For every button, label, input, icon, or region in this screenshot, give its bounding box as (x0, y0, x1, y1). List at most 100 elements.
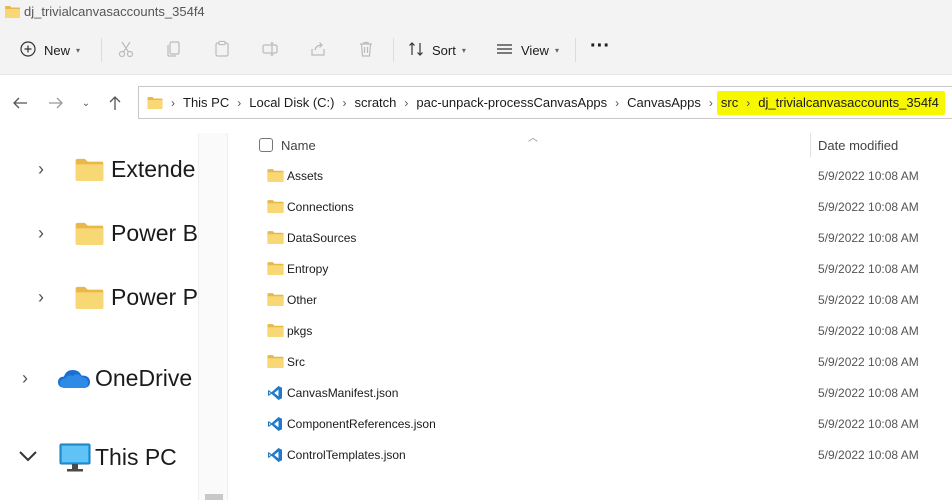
list-item[interactable]: pkgs 5/9/2022 10:08 AM (230, 316, 952, 347)
back-arrow-icon[interactable] (10, 93, 30, 113)
divider (393, 38, 394, 62)
folder-icon (5, 5, 20, 23)
onedrive-icon (57, 368, 91, 396)
list-item[interactable]: Connections 5/9/2022 10:08 AM (230, 192, 952, 223)
address-bar[interactable]: › This PC › Local Disk (C:) › scratch › … (138, 86, 952, 119)
view-label: View (521, 42, 549, 58)
sort-ascending-icon: ︿ (528, 133, 538, 144)
file-date: 5/9/2022 10:08 AM (818, 324, 919, 338)
chevron-right-icon[interactable]: › (38, 287, 44, 308)
chevron-right-icon[interactable]: › (615, 96, 619, 110)
share-icon[interactable] (307, 38, 329, 60)
up-arrow-icon[interactable] (105, 93, 125, 113)
chevron-right-icon[interactable]: › (22, 368, 28, 389)
more-icon: ··· (590, 34, 610, 57)
breadcrumb-local-disk[interactable]: Local Disk (C:) (249, 95, 334, 110)
nav-item-label: OneDrive (95, 364, 193, 391)
list-item[interactable]: CanvasManifest.json 5/9/2022 10:08 AM (230, 378, 952, 409)
scrollbar-thumb[interactable] (205, 494, 223, 500)
file-name: Entropy (287, 262, 329, 276)
chevron-right-icon[interactable]: › (38, 159, 44, 180)
folder-icon (267, 199, 285, 215)
file-name: ComponentReferences.json (287, 417, 436, 431)
column-resize-handle[interactable] (810, 133, 811, 157)
chevron-down-icon[interactable] (18, 446, 38, 467)
nav-scrollbar[interactable] (198, 133, 228, 500)
folder-icon (267, 261, 285, 277)
highlighted-path: src › dj_trivialcanvasaccounts_354f4 (716, 90, 945, 115)
folder-icon (147, 96, 163, 109)
folder-icon (267, 323, 285, 339)
new-button[interactable]: New ▾ (20, 34, 80, 66)
file-date: 5/9/2022 10:08 AM (818, 169, 919, 183)
vscode-json-icon (267, 385, 285, 401)
list-item[interactable]: ComponentReferences.json 5/9/2022 10:08 … (230, 409, 952, 440)
rename-icon[interactable] (259, 38, 281, 60)
window-title: dj_trivialcanvasaccounts_354f4 (24, 4, 205, 19)
folder-icon (75, 285, 104, 315)
folder-icon (75, 157, 104, 187)
file-name: Connections (287, 200, 354, 214)
paste-icon[interactable] (211, 38, 233, 60)
file-date: 5/9/2022 10:08 AM (818, 386, 919, 400)
chevron-right-icon[interactable]: › (709, 96, 713, 110)
chevron-right-icon[interactable]: › (38, 223, 44, 244)
file-date: 5/9/2022 10:08 AM (818, 448, 919, 462)
new-label: New (44, 42, 71, 58)
delete-icon[interactable] (355, 38, 377, 60)
nav-item-label: Power B (111, 219, 198, 246)
chevron-right-icon[interactable]: › (237, 96, 241, 110)
chevron-right-icon[interactable]: › (342, 96, 346, 110)
file-name: CanvasManifest.json (287, 386, 399, 400)
recent-locations-chevron-icon[interactable]: ⌄ (76, 93, 96, 113)
more-button[interactable]: ··· (590, 30, 610, 62)
vscode-json-icon (267, 416, 285, 432)
nav-item-extende[interactable]: › Extende (0, 149, 200, 189)
list-item[interactable]: ControlTemplates.json 5/9/2022 10:08 AM (230, 440, 952, 471)
nav-item-label: Extende (111, 155, 196, 182)
vscode-json-icon (267, 447, 285, 463)
nav-item-power-b[interactable]: › Power B (0, 213, 200, 253)
folder-icon (267, 230, 285, 246)
list-item[interactable]: Src 5/9/2022 10:08 AM (230, 347, 952, 378)
address-row: ⌄ › This PC › Local Disk (C:) › scratch … (0, 75, 952, 133)
chevron-right-icon[interactable]: › (404, 96, 408, 110)
file-name: DataSources (287, 231, 357, 245)
divider (575, 38, 576, 62)
breadcrumb-src[interactable]: src (721, 95, 738, 110)
forward-arrow-icon[interactable] (46, 93, 66, 113)
copy-icon[interactable] (163, 38, 185, 60)
file-date: 5/9/2022 10:08 AM (818, 417, 919, 431)
select-all-checkbox[interactable] (259, 138, 273, 152)
file-date: 5/9/2022 10:08 AM (818, 200, 919, 214)
title-bar: dj_trivialcanvasaccounts_354f4 (0, 0, 952, 26)
nav-item-this-pc[interactable]: This PC (0, 437, 200, 477)
chevron-down-icon: ▾ (76, 45, 81, 55)
list-item[interactable]: Entropy 5/9/2022 10:08 AM (230, 254, 952, 285)
folder-icon (75, 221, 104, 251)
file-list: Name ︿ Date modified Assets 5/9/2022 10:… (230, 133, 952, 500)
breadcrumb-current-folder[interactable]: dj_trivialcanvasaccounts_354f4 (758, 95, 939, 110)
list-item[interactable]: DataSources 5/9/2022 10:08 AM (230, 223, 952, 254)
list-item[interactable]: Other 5/9/2022 10:08 AM (230, 285, 952, 316)
navigation-pane: › Extende › Power B › Power P › OneDrive… (0, 133, 230, 500)
breadcrumb-canvasapps[interactable]: CanvasApps (627, 95, 701, 110)
column-header-row: Name ︿ Date modified (230, 133, 952, 163)
nav-item-label: Power P (111, 283, 198, 310)
list-item[interactable]: Assets 5/9/2022 10:08 AM (230, 161, 952, 192)
nav-item-power-p[interactable]: › Power P (0, 277, 200, 317)
sort-button[interactable]: Sort ▾ (408, 34, 466, 66)
plus-circle-icon (20, 40, 36, 60)
file-date: 5/9/2022 10:08 AM (818, 231, 919, 245)
nav-item-onedrive[interactable]: › OneDrive (0, 358, 200, 398)
file-name: Assets (287, 169, 324, 183)
chevron-right-icon[interactable]: › (746, 96, 750, 110)
folder-icon (267, 354, 285, 370)
breadcrumb-pac-unpack[interactable]: pac-unpack-processCanvasApps (416, 95, 607, 110)
view-button[interactable]: View ▾ (496, 34, 559, 66)
cut-icon[interactable] (115, 38, 137, 60)
breadcrumb-scratch[interactable]: scratch (354, 95, 396, 110)
breadcrumb-this-pc[interactable]: This PC (183, 95, 229, 110)
column-header-date-modified[interactable]: Date modified (818, 138, 898, 153)
column-header-name[interactable]: Name (281, 138, 316, 153)
